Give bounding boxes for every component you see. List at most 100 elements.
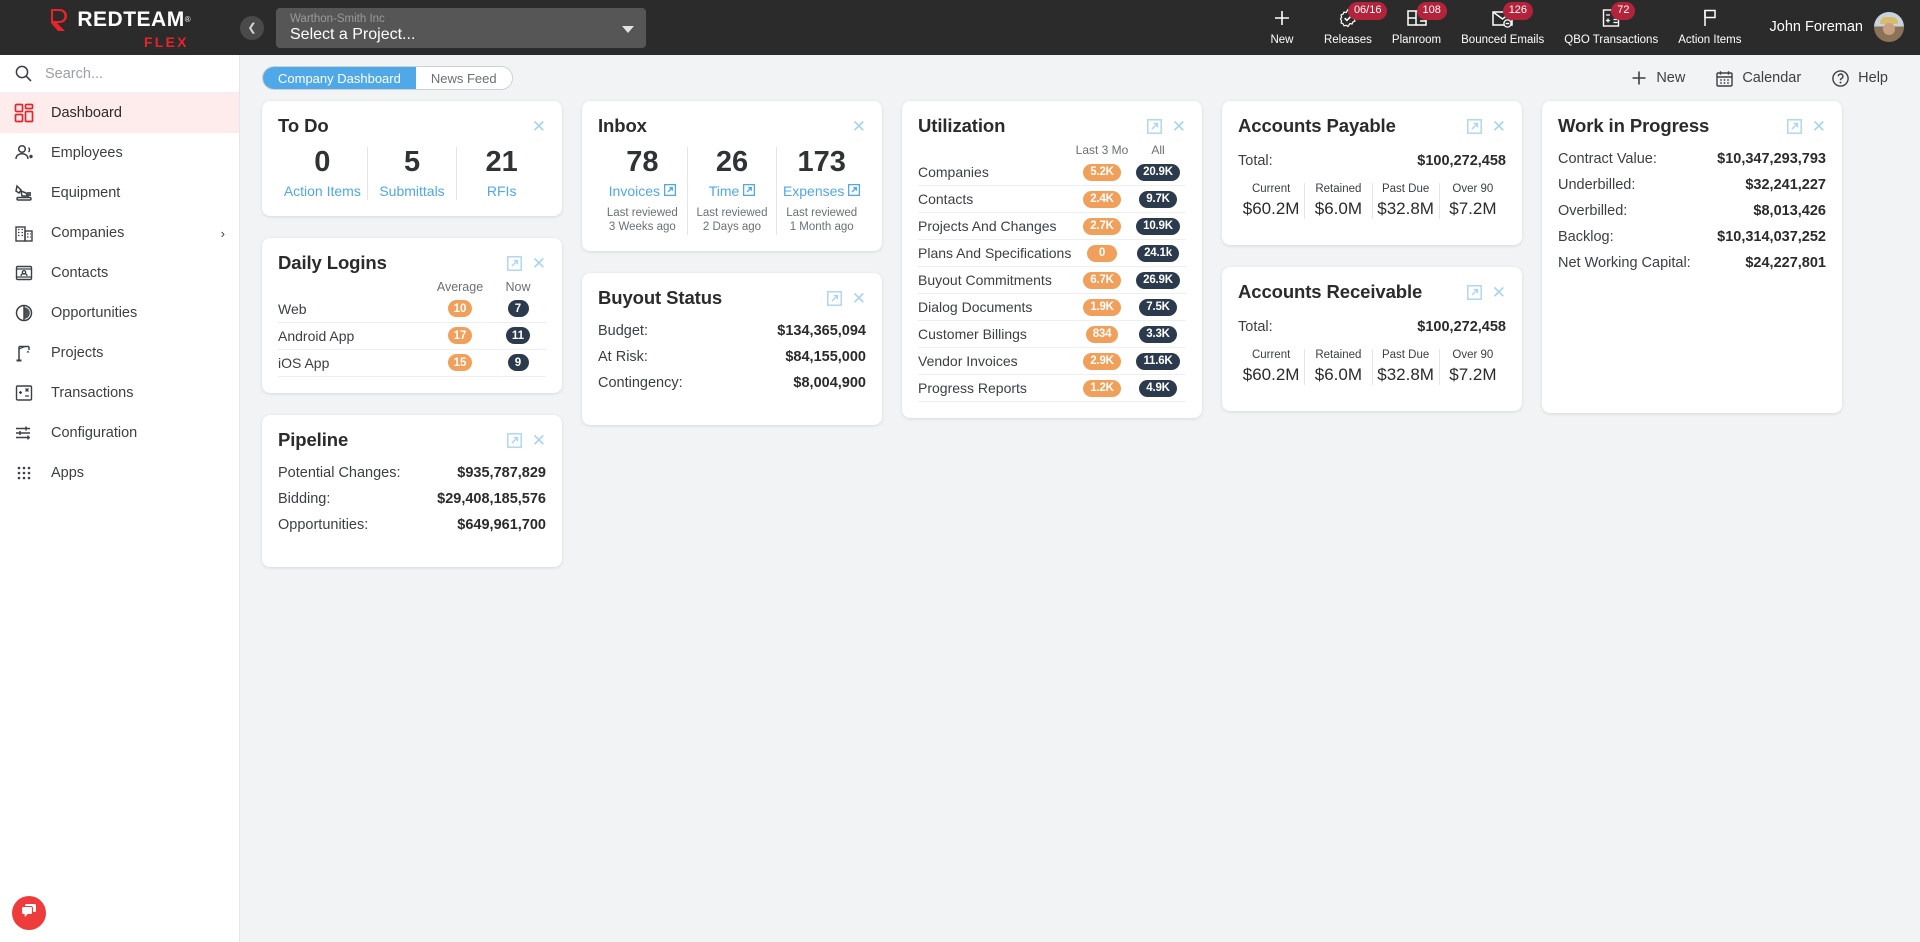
- opportunities-icon: [14, 303, 40, 323]
- utilization-row[interactable]: Vendor Invoices 2.9K 11.6K: [918, 348, 1186, 375]
- utilization-row[interactable]: Contacts 2.4K 9.7K: [918, 186, 1186, 213]
- todo-stat-submittals[interactable]: 5 Submittals: [366, 147, 457, 200]
- utilization-row[interactable]: Buyout Commitments 6.7K 26.9K: [918, 267, 1186, 294]
- inbox-expenses-link[interactable]: Expenses: [783, 183, 861, 199]
- sidebar-search[interactable]: [0, 55, 239, 93]
- daily-logins-row[interactable]: iOS App 15 9: [278, 350, 546, 377]
- todo-stat-action-items[interactable]: 0 Action Items: [278, 147, 367, 200]
- sidebar-item-contacts[interactable]: Contacts: [0, 253, 239, 293]
- external-link-icon[interactable]: [1466, 119, 1482, 134]
- card-todo: To Do ✕ 0 Action Items 5 Submittals 21 R…: [262, 101, 562, 216]
- external-link-icon[interactable]: [1466, 285, 1482, 300]
- utilization-last3mo-pill: 834: [1085, 325, 1119, 343]
- close-icon[interactable]: ✕: [532, 118, 546, 135]
- close-icon[interactable]: ✕: [532, 432, 546, 449]
- card-buyout-status: Buyout Status ✕ Budget: $134,365,094 At …: [582, 273, 882, 426]
- dashboard-tabs: Company Dashboard News Feed: [262, 66, 513, 90]
- employees-icon: [14, 143, 40, 163]
- utilization-row[interactable]: Companies 5.2K 20.9K: [918, 159, 1186, 186]
- inbox-expenses-sub: Last reviewed 1 Month ago: [786, 206, 857, 236]
- pipeline-value: $649,961,700: [457, 516, 546, 533]
- inbox-invoices-link[interactable]: Invoices: [609, 183, 677, 199]
- inbox-stat-time[interactable]: 26 Time Last reviewed 2 Days ago: [686, 147, 777, 236]
- sidebar-item-employees-label: Employees: [51, 145, 123, 161]
- external-link-icon[interactable]: [1146, 119, 1162, 134]
- inbox-expenses-sub-line1: Last reviewed: [786, 206, 858, 219]
- calendar-button[interactable]: Calendar: [1715, 69, 1801, 88]
- sidebar-item-transactions[interactable]: Transactions: [0, 373, 239, 413]
- bucket-label: Retained: [1315, 349, 1362, 361]
- sidebar-item-projects[interactable]: Projects: [0, 333, 239, 373]
- help-button[interactable]: Help: [1831, 69, 1888, 88]
- tab-news-feed[interactable]: News Feed: [415, 67, 512, 89]
- todo-rfis-label[interactable]: RFIs: [487, 183, 517, 199]
- buyout-status-value: $84,155,000: [785, 349, 866, 366]
- wip-value: $8,013,426: [1753, 203, 1826, 219]
- user-menu[interactable]: John Foreman: [1770, 7, 1904, 47]
- utilization-name: Customer Billings: [918, 326, 1027, 342]
- sidebar-item-configuration-label: Configuration: [51, 425, 138, 441]
- inbox-time-link[interactable]: Time: [709, 183, 756, 199]
- chat-support-button[interactable]: [12, 896, 46, 930]
- close-icon[interactable]: ✕: [852, 118, 866, 135]
- tab-company-dashboard[interactable]: Company Dashboard: [263, 67, 416, 89]
- inbox-expenses-value: 173: [797, 146, 846, 178]
- todo-submittals-label[interactable]: Submittals: [379, 183, 444, 199]
- nav-item-planroom[interactable]: 108 Planroom: [1382, 2, 1451, 46]
- sidebar-item-equipment[interactable]: Equipment: [0, 173, 239, 213]
- close-icon[interactable]: ✕: [532, 255, 546, 272]
- inbox-stat-expenses[interactable]: 173 Expenses Last reviewed 1 Month ago: [776, 146, 866, 236]
- close-icon[interactable]: ✕: [1172, 118, 1186, 135]
- nav-item-new[interactable]: New: [1250, 7, 1314, 46]
- help-button-label: Help: [1858, 70, 1888, 86]
- utilization-row[interactable]: Customer Billings 834 3.3K: [918, 321, 1186, 348]
- close-icon[interactable]: ✕: [1492, 118, 1506, 135]
- close-icon[interactable]: ✕: [1812, 118, 1826, 135]
- brand-registered: ®: [184, 14, 191, 24]
- daily-logins-row[interactable]: Android App 17 11: [278, 323, 546, 350]
- utilization-row[interactable]: Projects And Changes 2.7K 10.9K: [918, 213, 1186, 240]
- todo-rfis-value: 21: [485, 146, 518, 178]
- new-button[interactable]: New: [1630, 69, 1685, 87]
- pipeline-label: Bidding:: [278, 490, 331, 507]
- external-link-icon[interactable]: [506, 432, 522, 448]
- nav-item-bounced-emails[interactable]: 126 Bounced Emails: [1451, 2, 1554, 46]
- utilization-row[interactable]: Plans And Specifications 0 24.1k: [918, 240, 1186, 267]
- todo-action-items-label[interactable]: Action Items: [284, 183, 361, 199]
- card-utilization-title: Utilization: [918, 115, 1006, 136]
- sidebar-item-configuration[interactable]: Configuration: [0, 413, 239, 453]
- sidebar-item-opportunities[interactable]: Opportunities: [0, 293, 239, 333]
- external-link-icon[interactable]: [1786, 119, 1802, 134]
- sidebar-item-companies[interactable]: Companies ›: [0, 213, 239, 253]
- bucket-value: $6.0M: [1314, 365, 1362, 384]
- sidebar-item-employees[interactable]: Employees: [0, 133, 239, 173]
- nav-item-action-items[interactable]: Action Items: [1668, 7, 1751, 46]
- new-button-label: New: [1656, 70, 1686, 86]
- brand-logo[interactable]: REDTEAM ® FLEX: [0, 0, 240, 55]
- search-input[interactable]: [45, 65, 227, 82]
- daily-logins-row[interactable]: Web 10 7: [278, 296, 546, 323]
- todo-stat-rfis[interactable]: 21 RFIs: [456, 147, 546, 200]
- avatar[interactable]: [1874, 12, 1904, 42]
- inbox-time-sub-line2: 2 Days ago: [702, 221, 762, 234]
- external-link-icon[interactable]: [826, 291, 842, 307]
- caret-down-icon[interactable]: [622, 25, 634, 33]
- close-icon[interactable]: ✕: [852, 290, 866, 307]
- external-link-icon[interactable]: [506, 255, 522, 271]
- nav-item-qbo-transactions[interactable]: 72 QBO Transactions: [1554, 2, 1668, 46]
- utilization-row[interactable]: Dialog Documents 1.9K 7.5K: [918, 294, 1186, 321]
- chevron-right-icon[interactable]: ›: [221, 226, 225, 241]
- sidebar-item-apps[interactable]: Apps: [0, 453, 239, 493]
- nav-item-new-label: New: [1270, 34, 1294, 46]
- sidebar-collapse-button[interactable]: ❮: [240, 15, 264, 40]
- close-icon[interactable]: ✕: [1492, 284, 1506, 301]
- card-accounts-payable-title: Accounts Payable: [1238, 115, 1396, 136]
- buyout-status-row: Contingency: $8,004,900: [598, 375, 866, 391]
- utilization-row[interactable]: Progress Reports 1.2K 4.9K: [918, 375, 1186, 402]
- sidebar-item-dashboard[interactable]: Dashboard: [0, 93, 239, 133]
- project-selector[interactable]: Warthon-Smith Inc Select a Project...: [276, 7, 646, 48]
- nav-badge-planroom: 108: [1416, 2, 1447, 20]
- nav-item-releases[interactable]: 06/16 Releases: [1314, 2, 1388, 46]
- inbox-stat-invoices[interactable]: 78 Invoices Last reviewed 3 Weeks ago: [598, 147, 687, 235]
- accounts-receivable-bucket-over-90: Over 90 $7.2M: [1438, 349, 1506, 385]
